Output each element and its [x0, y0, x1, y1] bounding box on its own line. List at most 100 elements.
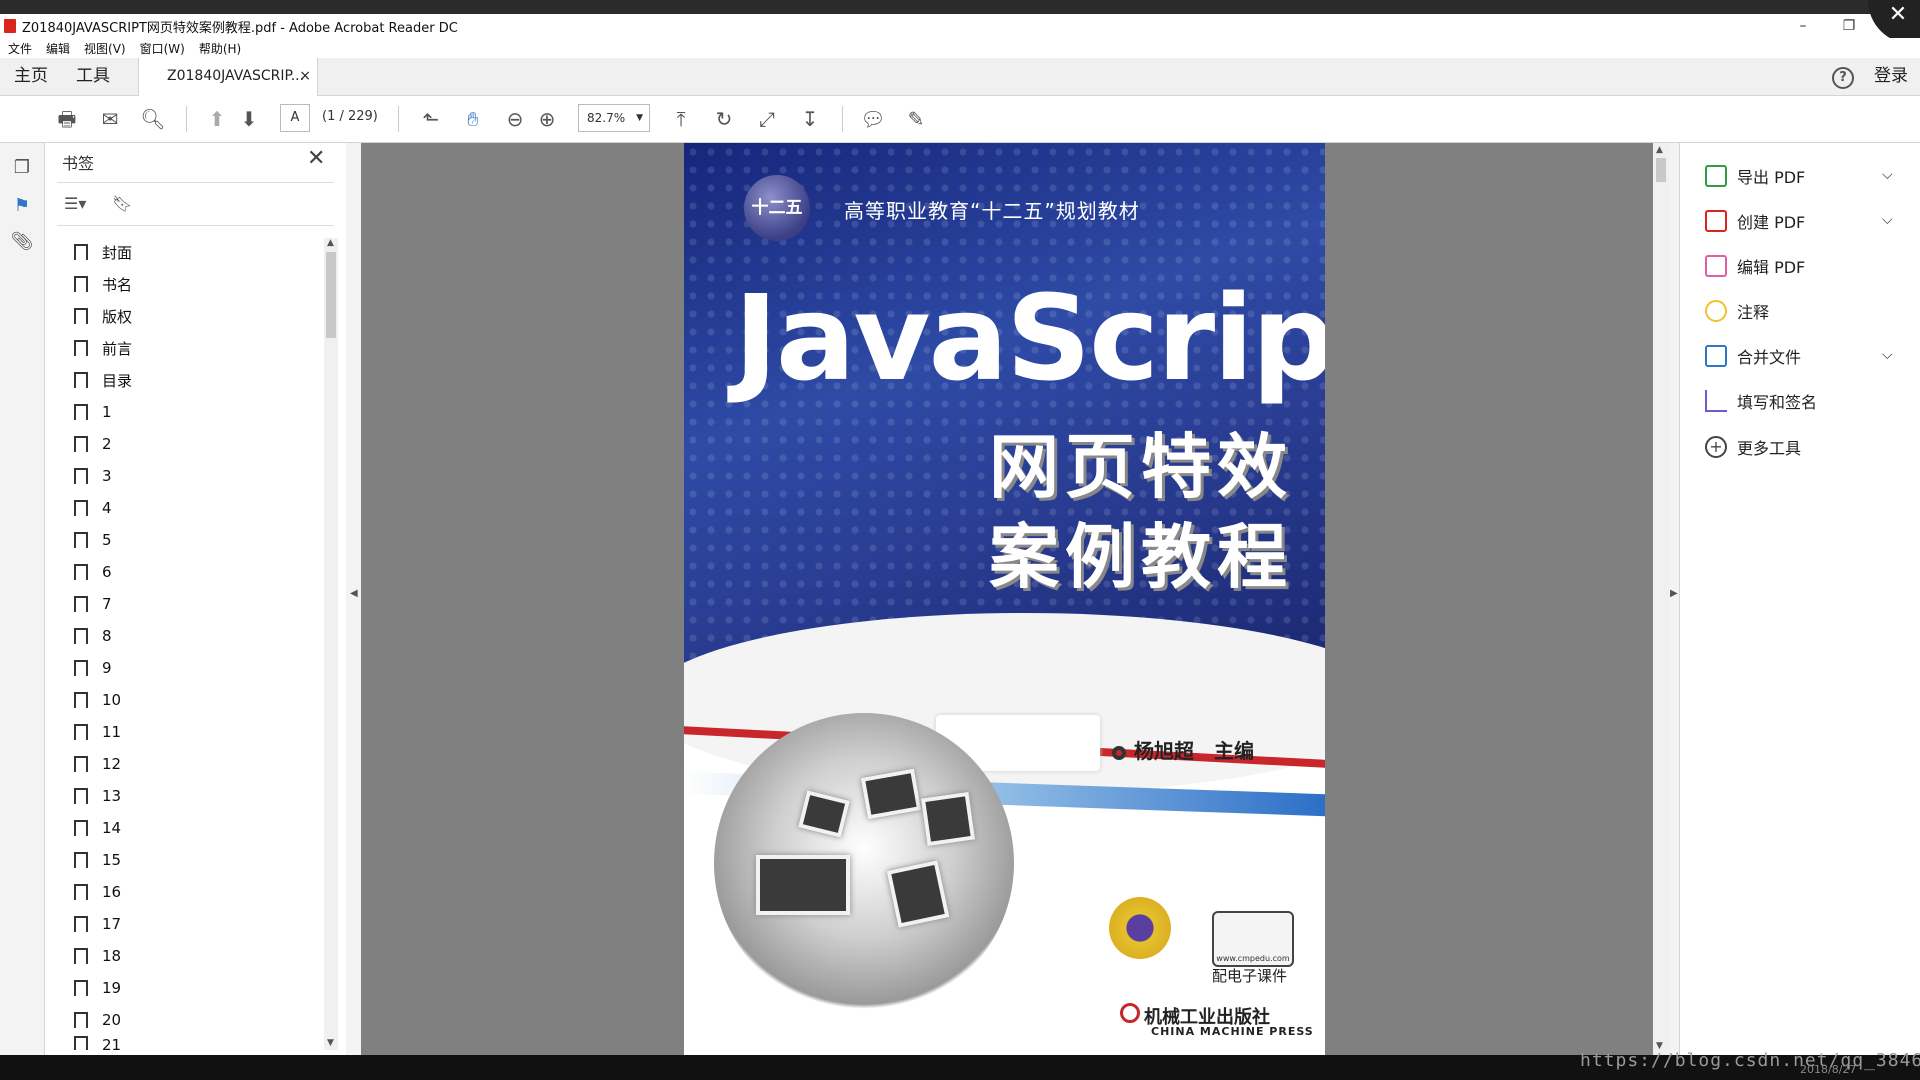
- previous-page-icon[interactable]: ⬆︎: [204, 106, 230, 132]
- plus-circle-icon: +: [1705, 436, 1727, 458]
- bookmark-icon: [74, 1012, 88, 1035]
- search-icon[interactable]: 🔍︎: [140, 106, 166, 132]
- acrobat-pdf-icon: [4, 19, 16, 33]
- cover-title-cn-line2: 案例教程: [989, 516, 1293, 598]
- full-screen-icon[interactable]: ⤢: [754, 106, 780, 132]
- bookmark-icon: [74, 340, 88, 363]
- highlight-pen-icon[interactable]: ✎: [903, 106, 929, 132]
- tab-close-icon[interactable]: ×: [299, 58, 311, 95]
- tool-comment[interactable]: 注释: [1705, 297, 1905, 325]
- cover-title-en: JavaScript: [734, 269, 1325, 407]
- scrollbar-thumb[interactable]: [326, 252, 336, 338]
- chevron-down-icon[interactable]: ⌵: [1882, 212, 1893, 228]
- cover-author-text: 杨旭超 主编: [1134, 739, 1254, 763]
- bookmark-icon: [74, 756, 88, 779]
- tab-document-label: Z01840JAVASCRIP...: [167, 68, 305, 84]
- list-item[interactable]: 13: [74, 780, 324, 812]
- close-icon[interactable]: ✕: [307, 146, 325, 171]
- document-scrollbar[interactable]: [1653, 143, 1669, 1055]
- new-bookmark-icon[interactable]: 🔖︎: [112, 194, 132, 213]
- list-item[interactable]: 6: [74, 556, 324, 588]
- list-item[interactable]: 2: [74, 428, 324, 460]
- list-item[interactable]: 前言: [74, 332, 324, 364]
- page-number-input[interactable]: A: [280, 104, 310, 132]
- create-pdf-icon: [1705, 210, 1727, 232]
- cover-publisher-en: CHINA MACHINE PRESS: [1151, 1025, 1314, 1038]
- menu-edit[interactable]: 编辑: [46, 40, 70, 57]
- menu-file[interactable]: 文件: [8, 40, 32, 57]
- menu-view[interactable]: 视图(V): [84, 40, 126, 57]
- list-item[interactable]: 17: [74, 908, 324, 940]
- list-item[interactable]: 16: [74, 876, 324, 908]
- bookmarks-title: 书签: [62, 154, 95, 173]
- email-icon[interactable]: ✉: [97, 106, 123, 132]
- list-item[interactable]: 版权: [74, 300, 324, 332]
- hand-tool-icon[interactable]: ✋︎: [460, 106, 486, 132]
- list-item[interactable]: 20: [74, 1004, 324, 1036]
- list-item[interactable]: 9: [74, 652, 324, 684]
- bookmarks-scrollbar[interactable]: [324, 238, 338, 1050]
- edit-pdf-icon: [1705, 255, 1727, 277]
- restore-button[interactable]: ❐: [1826, 14, 1872, 38]
- tab-home[interactable]: 主页: [14, 58, 48, 95]
- cover-title-cn-line1: 网页特效: [989, 426, 1293, 508]
- tool-export-pdf[interactable]: 导出 PDF: [1705, 162, 1905, 190]
- list-item[interactable]: 书名: [74, 268, 324, 300]
- chevron-down-icon[interactable]: ⌵: [1882, 167, 1893, 183]
- bookmark-icon: [74, 372, 88, 395]
- attachments-icon[interactable]: 📎︎: [10, 230, 34, 254]
- list-item[interactable]: 18: [74, 940, 324, 972]
- menu-help[interactable]: 帮助(H): [199, 40, 241, 57]
- comment-icon[interactable]: 💬︎: [860, 106, 886, 132]
- list-item[interactable]: 11: [74, 716, 324, 748]
- zoom-out-icon[interactable]: ⊖: [502, 106, 528, 132]
- select-cursor-icon[interactable]: ⬑: [418, 106, 444, 132]
- tool-combine-files[interactable]: 合并文件: [1705, 342, 1905, 370]
- list-item[interactable]: 12: [74, 748, 324, 780]
- tool-edit-pdf[interactable]: 编辑 PDF: [1705, 252, 1905, 280]
- tab-bar: 主页 工具 Z01840JAVASCRIP... × ? 登录: [0, 58, 1920, 96]
- list-item[interactable]: 5: [74, 524, 324, 556]
- list-item[interactable]: 15: [74, 844, 324, 876]
- fit-page-icon[interactable]: ⤒: [668, 106, 694, 132]
- list-item[interactable]: 10: [74, 684, 324, 716]
- list-item[interactable]: 封面: [74, 236, 324, 268]
- list-item[interactable]: 19: [74, 972, 324, 1004]
- cover-school-logo: [1109, 897, 1171, 959]
- tool-more-tools[interactable]: + 更多工具: [1705, 433, 1905, 461]
- tool-fill-sign[interactable]: 填写和签名: [1705, 387, 1905, 415]
- scroll-down-icon[interactable]: ▼: [327, 1038, 334, 1048]
- tab-document[interactable]: Z01840JAVASCRIP... ×: [138, 58, 318, 96]
- list-item[interactable]: 8: [74, 620, 324, 652]
- scroll-up-icon[interactable]: ▲: [1656, 145, 1663, 155]
- login-button[interactable]: 登录: [1874, 58, 1908, 95]
- chevron-down-icon[interactable]: ⌵: [1882, 347, 1893, 363]
- minimize-button[interactable]: –: [1780, 14, 1826, 38]
- list-item[interactable]: 目录: [74, 364, 324, 396]
- help-icon[interactable]: ?: [1832, 67, 1854, 89]
- collapse-left-icon[interactable]: ◀: [350, 588, 358, 599]
- bookmark-options-icon[interactable]: ☰▾: [64, 194, 86, 213]
- page-thumbnails-icon[interactable]: ❐: [10, 156, 34, 180]
- list-item[interactable]: 14: [74, 812, 324, 844]
- tab-tools[interactable]: 工具: [76, 58, 110, 95]
- menu-window[interactable]: 窗口(W): [140, 40, 185, 57]
- left-panel-splitter[interactable]: ◀: [346, 143, 362, 1055]
- next-page-icon[interactable]: ⬇︎: [236, 106, 262, 132]
- right-panel-splitter[interactable]: ▶: [1669, 143, 1679, 1055]
- bookmarks-icon[interactable]: ⚑︎: [10, 194, 34, 218]
- list-item[interactable]: 3: [74, 460, 324, 492]
- scrollbar-thumb[interactable]: [1656, 158, 1666, 182]
- list-item[interactable]: 7: [74, 588, 324, 620]
- print-icon[interactable]: 🖶: [54, 106, 80, 132]
- list-item[interactable]: 1: [74, 396, 324, 428]
- collapse-right-icon[interactable]: ▶: [1670, 588, 1678, 599]
- zoom-level-select[interactable]: 82.7% ▼: [578, 104, 650, 132]
- rotate-icon[interactable]: ↻: [711, 106, 737, 132]
- tool-create-pdf[interactable]: 创建 PDF: [1705, 207, 1905, 235]
- zoom-in-icon[interactable]: ⊕: [534, 106, 560, 132]
- list-item[interactable]: 4: [74, 492, 324, 524]
- scroll-up-icon[interactable]: ▲: [327, 238, 334, 248]
- scroll-mode-icon[interactable]: ↧: [797, 106, 823, 132]
- list-item[interactable]: 21: [74, 1036, 324, 1050]
